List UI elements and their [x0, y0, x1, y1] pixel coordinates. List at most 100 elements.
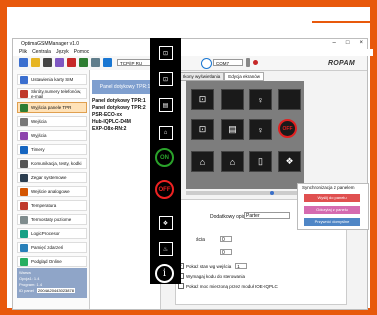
timer-icon: [20, 145, 28, 154]
minimize-button[interactable]: –: [333, 40, 336, 46]
memory-icon: [20, 243, 28, 252]
sidebar-item[interactable]: Wejście analogowe: [17, 186, 87, 197]
open-folder-icon[interactable]: [31, 58, 40, 67]
menu-jezyk[interactable]: Język: [56, 49, 69, 56]
read-icon[interactable]: [55, 58, 64, 67]
panel-list-item[interactable]: EXP-O8x-RN:2: [92, 126, 126, 132]
tile-glyph-icon: ⊡: [158, 72, 173, 86]
home-glyph-icon: ⌂: [158, 126, 173, 140]
door-icon[interactable]: ⊡: [191, 89, 214, 110]
home-icon[interactable]: ⌂: [153, 122, 178, 144]
sidebar-item[interactable]: Pamięć zdarzeń: [17, 242, 87, 253]
menu-plik[interactable]: Plik: [19, 49, 27, 56]
home-icon[interactable]: ⌂: [221, 151, 244, 172]
settings-icon[interactable]: [91, 58, 100, 67]
bulb-icon[interactable]: ♀: [249, 89, 272, 110]
new-file-icon[interactable]: [19, 58, 28, 67]
sidebar-item-label: Zegar systemowe: [31, 175, 67, 180]
menu-pomoc[interactable]: Pomoc: [74, 49, 90, 56]
phone-icon[interactable]: ▯: [249, 151, 272, 172]
tab-icons[interactable]: Ikony wyświetlania: [179, 72, 225, 81]
sync-title: Synchronizacja z panelem: [302, 185, 355, 190]
sidebar-item[interactable]: Timery: [17, 144, 87, 155]
panel-list-item[interactable]: PSR-ECO-xx: [92, 112, 122, 118]
restore-defaults-button[interactable]: Przywróć domyślne: [304, 218, 360, 226]
desc-input[interactable]: Parter: [244, 212, 290, 219]
tabs: Ikony wyświetlania Edycja ekranów: [179, 72, 265, 81]
pager-dot[interactable]: [270, 191, 274, 195]
sidebar-item[interactable]: LogicProcesor: [17, 228, 87, 239]
sidebar-item[interactable]: Komunikacja, testy, kodki: [17, 158, 87, 169]
sidebar-item[interactable]: Zegar systemowe: [17, 172, 87, 183]
drops-icon[interactable]: ❖: [278, 151, 301, 172]
panel-list-item[interactable]: Panel dotykowy TPR:1: [92, 98, 146, 104]
drops-icon[interactable]: ❖: [153, 212, 178, 234]
panel-list-item[interactable]: Panel dotykowy TPR:2: [92, 105, 146, 111]
off-icon[interactable]: OFF: [155, 180, 174, 199]
title-bar: OptimaGSMManager v1.0 – □ ×: [13, 39, 367, 49]
checkbox-show-power[interactable]: Pokaż moc mierzoną przez moduł IOE-IQPLC: [178, 283, 278, 289]
id-value: 2004A20443023878: [36, 288, 75, 293]
menu-centrala[interactable]: Centrala: [32, 49, 51, 56]
sidebar-item[interactable]: Termostaty poziome: [17, 214, 87, 225]
bulb-icon[interactable]: ♀: [249, 119, 272, 140]
write-icon[interactable]: [67, 58, 76, 67]
outer-minimize-button[interactable]: —: [309, 6, 326, 23]
tab-screen-edit[interactable]: Edycja ekranów: [224, 72, 265, 81]
blank-icon[interactable]: [278, 89, 301, 110]
tile-icon[interactable]: ⊡: [153, 68, 178, 90]
sidebar-item[interactable]: Wyjścia panele TPR: [17, 102, 87, 113]
checkbox-require-code[interactable]: Wymagaj kodu do sterowania: [178, 273, 245, 279]
sidebar-item-label: Wejście analogowe: [31, 189, 70, 194]
screen-preview: ⊡ ♀ ⊡ ▤ ♀ OFF ⌂ ⌂ ▯ ❖: [186, 81, 304, 189]
connect-icon[interactable]: [79, 58, 88, 67]
blank-icon[interactable]: [221, 89, 244, 110]
thermo-drop-icon[interactable]: ♨: [153, 238, 178, 260]
save-icon[interactable]: [43, 58, 52, 67]
sidebar-item-label: Temperatura: [31, 203, 57, 208]
checkbox-show-input-state[interactable]: ✓ Pokaż stan wg wejścia 1: [178, 263, 248, 269]
shutter-icon[interactable]: ▤: [221, 119, 244, 140]
sidebar-item[interactable]: Wyjścia: [17, 130, 87, 141]
online-icon: [20, 257, 28, 266]
menu-bar: Plik Centrala Język Pomoc: [13, 49, 373, 56]
input-number[interactable]: 1: [235, 263, 248, 269]
maximize-button[interactable]: □: [346, 40, 350, 46]
tile-icon[interactable]: ⊡: [191, 119, 214, 140]
sidebar-item-label: Podgląd Online: [31, 259, 62, 264]
off-icon[interactable]: OFF: [278, 119, 297, 138]
sidebar-item[interactable]: Podgląd Online: [17, 256, 87, 267]
home-icon[interactable]: ⌂: [191, 151, 214, 172]
send-to-panel-button[interactable]: Wyślij do panelu: [304, 194, 360, 202]
port-combo[interactable]: COM7: [213, 59, 243, 66]
gate-icon[interactable]: ▤: [153, 94, 178, 116]
record-icon[interactable]: [253, 60, 258, 65]
sidebar-item[interactable]: Temperatura: [17, 200, 87, 211]
on-icon[interactable]: ON: [155, 148, 174, 167]
read-from-panel-button[interactable]: Odczytaj z panelu: [304, 206, 360, 214]
screen-pager[interactable]: [186, 191, 304, 195]
refresh-icon[interactable]: [201, 58, 212, 69]
close-button[interactable]: ×: [359, 40, 363, 46]
info-icon[interactable]: i: [155, 264, 174, 283]
outer-close-button[interactable]: ✕: [351, 6, 367, 23]
sidebar-item-label: Skróty,numery telefonów, e-mail: [31, 88, 82, 99]
sidebar-item-label: Wyjścia: [31, 133, 47, 138]
panel-list-item[interactable]: Hub-IQPLC-D4M: [92, 119, 131, 125]
output-icon: [20, 131, 28, 140]
id-label: ID panel: [19, 288, 34, 293]
sidebar-item[interactable]: Wejścia: [17, 116, 87, 127]
stepper1-input[interactable]: 0: [220, 236, 232, 243]
analog-icon: [20, 187, 28, 196]
app-window: OptimaGSMManager v1.0 – □ × Plik Central…: [12, 38, 373, 310]
sidebar-item-label: LogicProcesor: [31, 231, 60, 236]
sidebar-item[interactable]: Skróty,numery telefonów, e-mail: [17, 88, 87, 99]
thermo-icon: [20, 201, 28, 210]
door-icon[interactable]: ⊡: [153, 42, 178, 64]
panel-list-header[interactable]: Panel dotykowy TPR:1: [92, 80, 158, 94]
stepper2-input[interactable]: 0: [220, 249, 232, 256]
outer-maximize-button[interactable]: ☐: [330, 6, 346, 23]
sidebar: Ustawienia karty SIM Skróty,numery telefo…: [13, 70, 90, 309]
sidebar-item[interactable]: Ustawienia karty SIM: [17, 74, 87, 85]
help-icon[interactable]: [103, 58, 112, 67]
